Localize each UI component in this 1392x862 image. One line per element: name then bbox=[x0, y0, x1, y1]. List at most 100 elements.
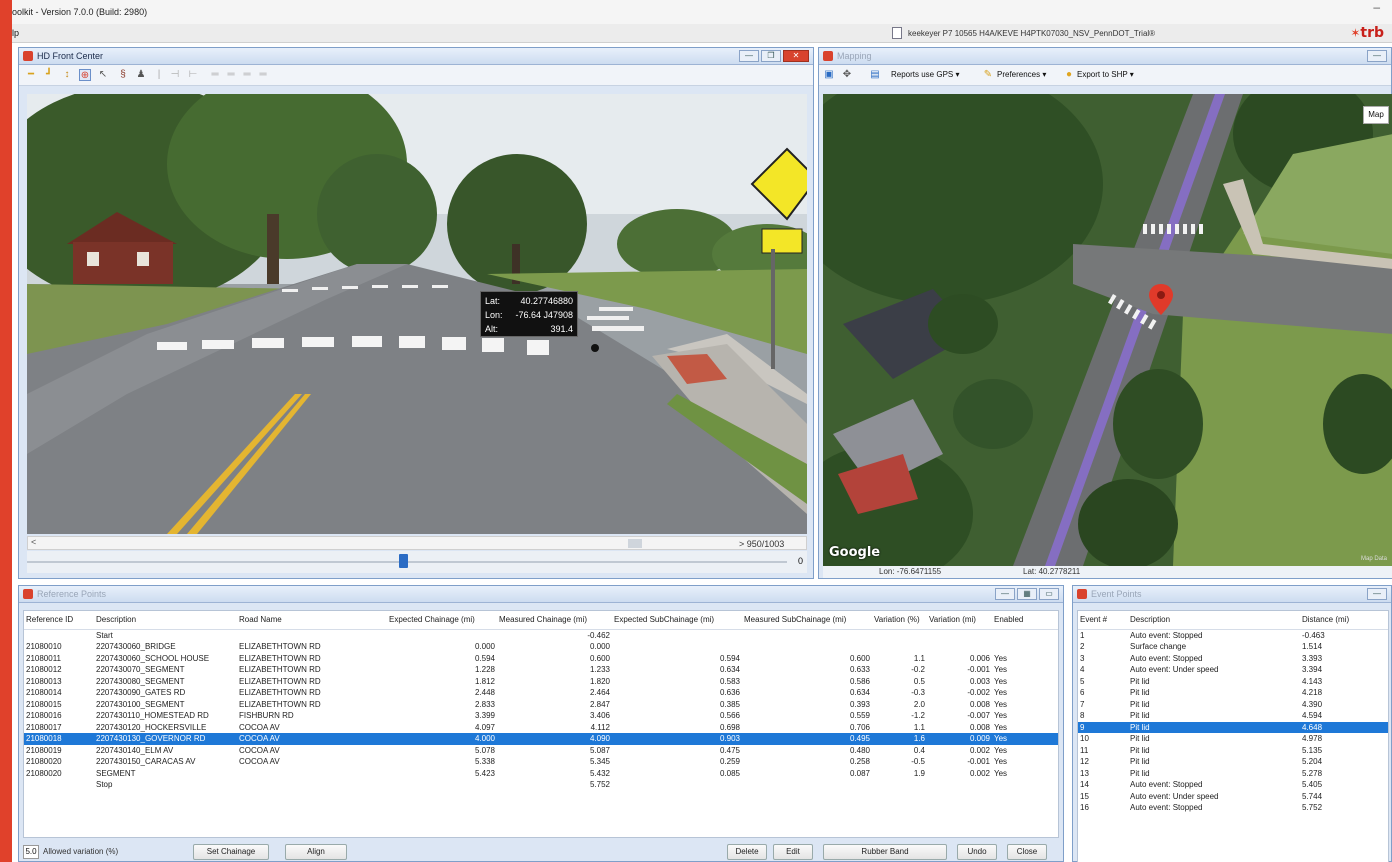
step-back-icon[interactable]: ⊣ bbox=[169, 69, 181, 81]
table-row[interactable]: 10 Pit lid 4.978 bbox=[1078, 733, 1388, 745]
table-cell: 0.706 bbox=[849, 722, 870, 732]
table-cell: Auto event: Under speed bbox=[1130, 791, 1219, 801]
table-row[interactable]: 21080019 2207430140_ELM AV COCOA AV 5.078 5.… bbox=[24, 745, 1058, 757]
event-minimize-button[interactable]: — bbox=[1367, 588, 1387, 600]
column-header[interactable]: Description bbox=[1128, 611, 1300, 630]
column-header[interactable]: Variation (mi) bbox=[927, 611, 992, 630]
align-button[interactable]: Align bbox=[285, 844, 347, 860]
table-row[interactable]: 5 Pit lid 4.143 bbox=[1078, 676, 1388, 688]
table-row[interactable]: 13 Pit lid 5.278 bbox=[1078, 768, 1388, 780]
table-row[interactable]: 21080020 2207430150_CARACAS AV COCOA AV 5.3… bbox=[24, 756, 1058, 768]
table-row[interactable]: 21080012 2207430070_SEGMENT ELIZABETHTOWN … bbox=[24, 664, 1058, 676]
angle-tool-icon[interactable]: ┛ bbox=[43, 69, 55, 81]
column-header[interactable]: Event # bbox=[1078, 611, 1128, 630]
step-forward-icon[interactable]: ⊢ bbox=[187, 69, 199, 81]
column-header[interactable]: Expected Chainage (mi) bbox=[387, 611, 497, 630]
set-chainage-button[interactable]: Set Chainage bbox=[193, 844, 269, 860]
column-header[interactable]: Enabled bbox=[992, 611, 1058, 630]
table-row[interactable]: 16 Auto event: Stopped 5.752 bbox=[1078, 802, 1388, 814]
video-restore-button[interactable]: ❐ bbox=[761, 50, 781, 62]
column-header[interactable]: Road Name bbox=[237, 611, 387, 630]
table-cell: 0.085 bbox=[719, 768, 740, 778]
table-row[interactable]: Start -0.462 bbox=[24, 629, 1058, 641]
table-row[interactable]: 15 Auto event: Under speed 5.744 bbox=[1078, 791, 1388, 803]
pointer-tool-icon[interactable]: ↖ bbox=[97, 69, 109, 81]
target-tool-icon[interactable]: ⊕ bbox=[79, 69, 91, 81]
measure-tool-icon[interactable]: ━ bbox=[25, 69, 37, 81]
table-row[interactable]: 12 Pit lid 5.204 bbox=[1078, 756, 1388, 768]
column-header[interactable]: Distance (mi) bbox=[1300, 611, 1388, 630]
ref-grid-button[interactable]: ▦ bbox=[1017, 588, 1037, 600]
table-row[interactable]: 21080020 SEGMENT 5.423 5.432 0.085 0.087 1.9 0.… bbox=[24, 768, 1058, 780]
table-row[interactable]: 9 Pit lid 4.648 bbox=[1078, 721, 1388, 733]
table-row[interactable]: 21080016 2207430110_HOMESTEAD RD FISHBURN … bbox=[24, 710, 1058, 722]
table-row[interactable]: 11 Pit lid 5.135 bbox=[1078, 745, 1388, 757]
column-header[interactable]: Variation (%) bbox=[872, 611, 927, 630]
line-tool-d-icon[interactable]: ═ bbox=[257, 69, 269, 81]
table-row[interactable]: 8 Pit lid 4.594 bbox=[1078, 710, 1388, 722]
video-close-button[interactable]: ✕ bbox=[783, 50, 809, 62]
allowed-variation-input[interactable]: 5.0 bbox=[23, 845, 39, 859]
satellite-map[interactable]: Map Google Map Data bbox=[823, 94, 1392, 566]
table-row[interactable]: 6 Pit lid 4.218 bbox=[1078, 687, 1388, 699]
column-header[interactable]: Measured SubChainage (mi) bbox=[742, 611, 872, 630]
height-tool-icon[interactable]: ↕ bbox=[61, 69, 73, 81]
hook-tool-icon[interactable]: § bbox=[117, 69, 129, 81]
column-header[interactable]: Measured Chainage (mi) bbox=[497, 611, 612, 630]
rubber-band-button[interactable]: Rubber Band bbox=[823, 844, 947, 860]
table-cell: 2207430150_CARACAS AV bbox=[96, 757, 196, 766]
ref-restore-button[interactable]: ▭ bbox=[1039, 588, 1059, 600]
scroll-left-button[interactable]: < bbox=[31, 537, 36, 547]
map-type-button[interactable]: Map bbox=[1363, 106, 1389, 124]
mapping-minimize-button[interactable]: — bbox=[1367, 50, 1387, 62]
table-row[interactable]: 14 Auto event: Stopped 5.405 bbox=[1078, 779, 1388, 791]
table-cell: 2207430120_HOCKERSVILLE bbox=[96, 722, 207, 732]
delete-button[interactable]: Delete bbox=[727, 844, 767, 860]
column-header[interactable]: Description bbox=[94, 611, 237, 630]
line-tool-a-icon[interactable]: ═ bbox=[209, 69, 221, 81]
table-row[interactable]: 21080017 2207430120_HOCKERSVILLE COCOA AV 4… bbox=[24, 722, 1058, 734]
preferences-menu[interactable]: Preferences ▾ bbox=[997, 70, 1046, 79]
table-row[interactable]: 4 Auto event: Under speed 3.394 bbox=[1078, 664, 1388, 676]
table-row[interactable]: 21080015 2207430100_SEGMENT ELIZABETHTOWN … bbox=[24, 699, 1058, 711]
table-row[interactable]: 1 Auto event: Stopped -0.463 bbox=[1078, 629, 1388, 641]
table-cell: Pit lid bbox=[1130, 676, 1150, 686]
column-header[interactable]: Reference ID bbox=[24, 611, 94, 630]
table-cell: 0.633 bbox=[849, 665, 870, 674]
table-row[interactable]: 21080011 2207430060_SCHOOL HOUSE ELIZABETH… bbox=[24, 653, 1058, 665]
line-tool-c-icon[interactable]: ═ bbox=[241, 69, 253, 81]
table-row[interactable]: 21080014 2207430090_GATES RD ELIZABETHTOWN… bbox=[24, 687, 1058, 699]
menu-help[interactable]: lp bbox=[12, 28, 19, 38]
playback-thumb[interactable] bbox=[399, 554, 408, 568]
map-target-icon[interactable]: ✥ bbox=[841, 69, 853, 81]
google-watermark: Google bbox=[829, 545, 881, 560]
table-row[interactable]: 21080010 2207430060_BRIDGE ELIZABETHTOWN R… bbox=[24, 641, 1058, 653]
table-cell: COCOA AV bbox=[239, 757, 280, 766]
column-header[interactable]: Expected SubChainage (mi) bbox=[612, 611, 742, 630]
event-points-title: Event Points bbox=[1091, 589, 1142, 599]
table-cell: -0.001 bbox=[967, 757, 990, 766]
table-cell: 16 bbox=[1080, 803, 1089, 812]
table-row[interactable]: 7 Pit lid 4.390 bbox=[1078, 699, 1388, 711]
person-tool-icon[interactable]: ♟ bbox=[135, 69, 147, 81]
undo-button[interactable]: Undo bbox=[957, 844, 997, 860]
minimize-button[interactable]: – bbox=[1373, 0, 1380, 14]
table-row[interactable]: 21080013 2207430080_SEGMENT ELIZABETHTOWN … bbox=[24, 676, 1058, 688]
video-hscroll[interactable]: < bbox=[27, 536, 807, 550]
table-row[interactable]: 2 Surface change 1.514 bbox=[1078, 641, 1388, 653]
ref-minimize-button[interactable]: — bbox=[995, 588, 1015, 600]
table-cell bbox=[612, 641, 742, 653]
video-frame[interactable]: Lat: 40.27746880 Lon: -76.64 J47908 Alt: 39… bbox=[27, 94, 807, 534]
scroll-thumb[interactable] bbox=[628, 539, 642, 548]
export-menu[interactable]: Export to SHP ▾ bbox=[1077, 70, 1134, 79]
map-view-icon[interactable]: ▣ bbox=[823, 69, 835, 81]
table-row[interactable]: Stop 5.752 bbox=[24, 779, 1058, 791]
reports-menu[interactable]: Reports use GPS ▾ bbox=[891, 70, 960, 79]
table-row[interactable]: 21080018 2207430130_GOVERNOR RD COCOA AV 4.… bbox=[24, 733, 1058, 745]
table-row[interactable]: 3 Auto event: Stopped 3.393 bbox=[1078, 653, 1388, 665]
video-minimize-button[interactable]: — bbox=[739, 50, 759, 62]
table-cell: 1.1 bbox=[913, 653, 925, 663]
line-tool-b-icon[interactable]: ═ bbox=[225, 69, 237, 81]
close-button[interactable]: Close bbox=[1007, 844, 1047, 860]
edit-button[interactable]: Edit bbox=[773, 844, 813, 860]
